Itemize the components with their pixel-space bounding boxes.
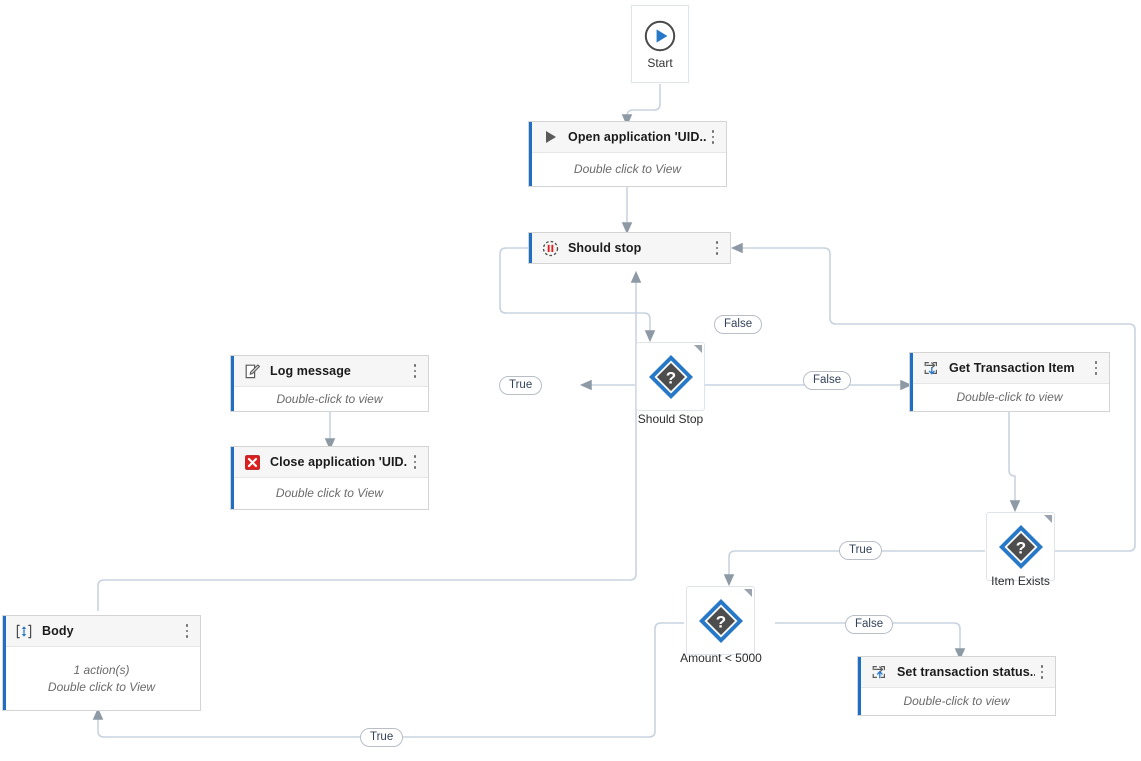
activity-subtitle: Double-click to view <box>956 389 1062 406</box>
activity-action-count: 1 action(s) <box>73 662 129 679</box>
activity-title: Close application 'UID... <box>270 455 408 469</box>
decision-should-stop-label: Should Stop <box>631 412 710 426</box>
activity-title: Log message <box>270 364 408 378</box>
svg-text:?: ? <box>665 368 675 387</box>
activity-close-application[interactable]: Close application 'UID... Double click t… <box>230 446 429 510</box>
workflow-canvas: Start Open application 'UID... Double cl… <box>0 0 1141 761</box>
edge-label-amount-false: False <box>845 615 893 634</box>
activity-accent-bar <box>231 356 234 411</box>
activity-title: Get Transaction Item <box>949 361 1089 375</box>
decision-corner-marker <box>694 345 702 353</box>
svg-text:?: ? <box>715 612 725 631</box>
activity-header: Log message <box>231 356 428 387</box>
activity-header: Set transaction status... <box>858 657 1055 688</box>
decision-amount-label: Amount < 5000 <box>676 651 766 665</box>
activity-accent-bar <box>910 353 913 411</box>
activity-subtitle: Double click to View <box>574 161 681 178</box>
decision-item-exists[interactable]: ? <box>986 512 1055 581</box>
activity-log-message[interactable]: Log message Double-click to view <box>230 355 429 412</box>
pause-dashed-icon <box>541 239 559 257</box>
activity-menu-button[interactable] <box>710 239 724 257</box>
activity-subtitle: Double-click to view <box>903 693 1009 710</box>
activity-title: Set transaction status... <box>897 665 1035 679</box>
activity-menu-button[interactable] <box>180 622 194 640</box>
edge-label-item-exists-true: True <box>839 541 882 560</box>
activity-accent-bar <box>529 233 532 263</box>
activity-accent-bar <box>3 616 6 710</box>
decision-should-stop[interactable]: ? <box>636 342 705 411</box>
transaction-in-icon <box>922 359 940 377</box>
activity-body: Double click to View <box>529 153 726 186</box>
sequence-icon <box>15 622 33 640</box>
activity-body: Double-click to view <box>910 384 1109 411</box>
activity-menu-button[interactable] <box>408 453 422 471</box>
red-x-icon <box>243 453 261 471</box>
activity-get-transaction-item[interactable]: Get Transaction Item Double-click to vie… <box>909 352 1110 412</box>
edge-label-decision-should-stop-false: False <box>803 371 851 390</box>
activity-menu-button[interactable] <box>1089 359 1103 377</box>
transaction-out-icon <box>870 663 888 681</box>
activity-menu-button[interactable] <box>1035 663 1049 681</box>
activity-body: 1 action(s) Double click to View <box>3 647 200 710</box>
activity-header: Close application 'UID... <box>231 447 428 478</box>
edge-label-should-stop-false: False <box>714 315 762 334</box>
start-node[interactable]: Start <box>631 5 689 83</box>
decision-corner-marker <box>1044 515 1052 523</box>
edge-label-amount-true: True <box>360 728 403 747</box>
svg-text:?: ? <box>1015 538 1025 557</box>
activity-header: Body <box>3 616 200 647</box>
question-diamond-icon: ? <box>997 523 1045 571</box>
activity-header: Should stop <box>529 233 730 263</box>
activity-title: Body <box>42 624 180 638</box>
note-pencil-icon <box>243 362 261 380</box>
activity-subtitle: Double click to View <box>48 679 155 696</box>
activity-set-transaction-status[interactable]: Set transaction status... Double-click t… <box>857 656 1056 716</box>
activity-accent-bar <box>231 447 234 509</box>
activity-subtitle: Double click to View <box>276 485 383 502</box>
decision-item-exists-label: Item Exists <box>981 574 1060 588</box>
activity-header: Get Transaction Item <box>910 353 1109 384</box>
activity-accent-bar <box>858 657 861 715</box>
start-label: Start <box>647 56 672 70</box>
activity-menu-button[interactable] <box>408 362 422 380</box>
decision-amount[interactable]: ? <box>686 586 755 655</box>
activity-menu-button[interactable] <box>706 128 720 146</box>
activity-should-stop[interactable]: Should stop <box>528 232 731 264</box>
edge-label-should-stop-true: True <box>499 376 542 395</box>
question-diamond-icon: ? <box>697 597 745 645</box>
activity-title: Open application 'UID... <box>568 130 706 144</box>
activity-header: Open application 'UID... <box>529 122 726 153</box>
question-diamond-icon: ? <box>647 353 695 401</box>
activity-body: Double-click to view <box>231 387 428 411</box>
activity-body: Double-click to view <box>858 688 1055 715</box>
activity-subtitle: Double-click to view <box>276 391 382 408</box>
activity-title: Should stop <box>568 241 710 255</box>
play-circle-icon <box>643 19 677 53</box>
activity-body-container[interactable]: Body 1 action(s) Double click to View <box>2 615 201 711</box>
activity-open-application[interactable]: Open application 'UID... Double click to… <box>528 121 727 187</box>
activity-body: Double click to View <box>231 478 428 509</box>
activity-accent-bar <box>529 122 532 186</box>
decision-corner-marker <box>744 589 752 597</box>
play-triangle-icon <box>541 128 559 146</box>
